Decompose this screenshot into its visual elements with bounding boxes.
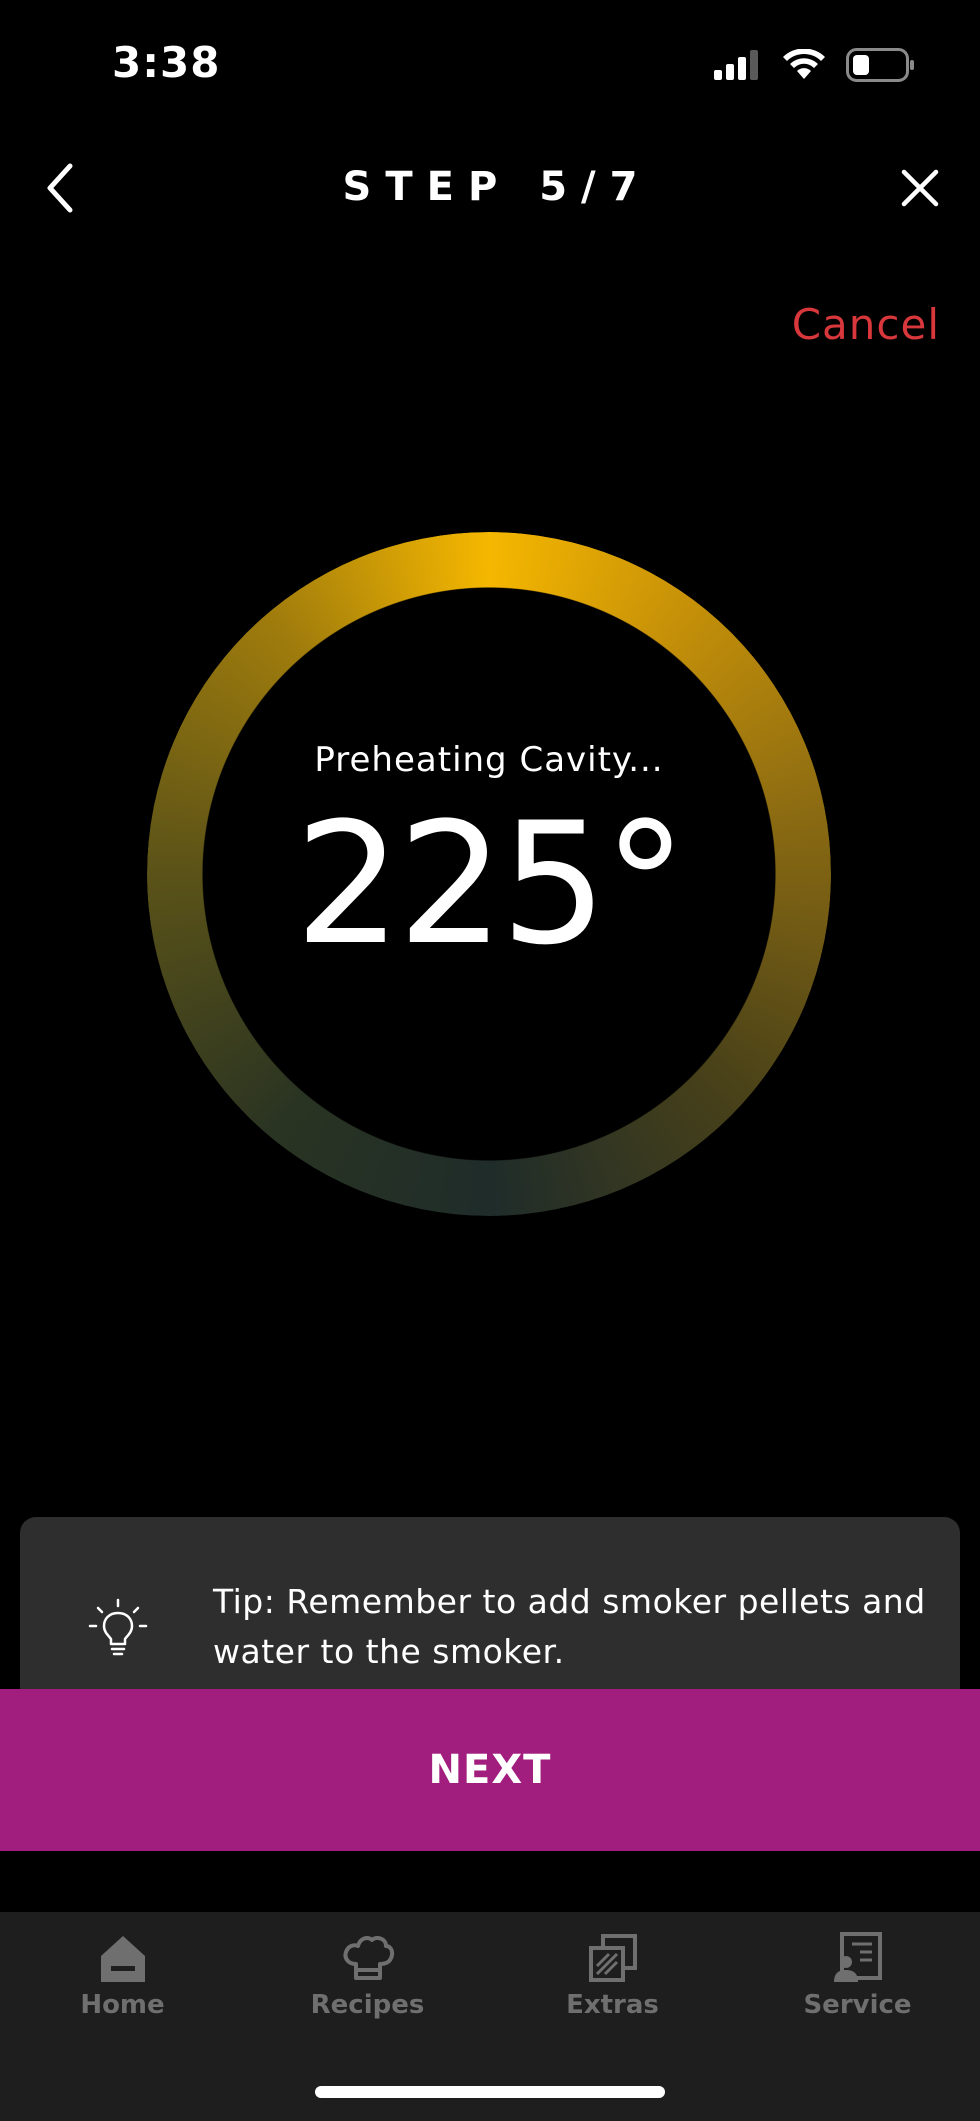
- service-icon: [828, 1928, 888, 1988]
- tab-bar: Home Recipes Extras Service: [0, 1912, 980, 2121]
- wifi-icon: [782, 48, 826, 85]
- step-title: STEP 5/7: [342, 164, 652, 210]
- close-icon: [900, 168, 940, 212]
- status-bar: 3:38: [0, 0, 980, 130]
- tab-recipes[interactable]: Recipes: [245, 1928, 490, 2038]
- header: STEP 5/7: [0, 140, 980, 240]
- tab-extras-label: Extras: [566, 1990, 659, 2020]
- status-time: 3:38: [112, 38, 221, 87]
- tab-extras[interactable]: Extras: [490, 1928, 735, 2038]
- tab-home-label: Home: [80, 1990, 165, 2020]
- cancel-button[interactable]: Cancel: [792, 300, 940, 349]
- home-icon: [93, 1928, 153, 1988]
- tip-text: Tip: Remember to add smoker pellets and …: [213, 1582, 926, 1671]
- home-indicator[interactable]: [315, 2086, 665, 2098]
- status-icons: [714, 48, 916, 86]
- battery-icon: [846, 48, 916, 86]
- gauge-status-label: Preheating Cavity...: [314, 740, 664, 780]
- tab-recipes-label: Recipes: [310, 1990, 425, 2020]
- signal-icon: [714, 50, 762, 84]
- lightbulb-icon: [86, 1597, 150, 1661]
- tip-card: Tip: Remember to add smoker pellets and …: [20, 1517, 960, 1707]
- preheat-gauge: Preheating Cavity... 225°: [147, 532, 831, 1216]
- gauge-temperature: 225°: [294, 786, 688, 982]
- chef-hat-icon: [338, 1928, 398, 1988]
- close-button[interactable]: [890, 160, 950, 220]
- next-button[interactable]: NEXT: [0, 1689, 980, 1851]
- tab-service-label: Service: [803, 1990, 912, 2020]
- tab-home[interactable]: Home: [0, 1928, 245, 2038]
- tab-service[interactable]: Service: [735, 1928, 980, 2038]
- extras-icon: [583, 1928, 643, 1988]
